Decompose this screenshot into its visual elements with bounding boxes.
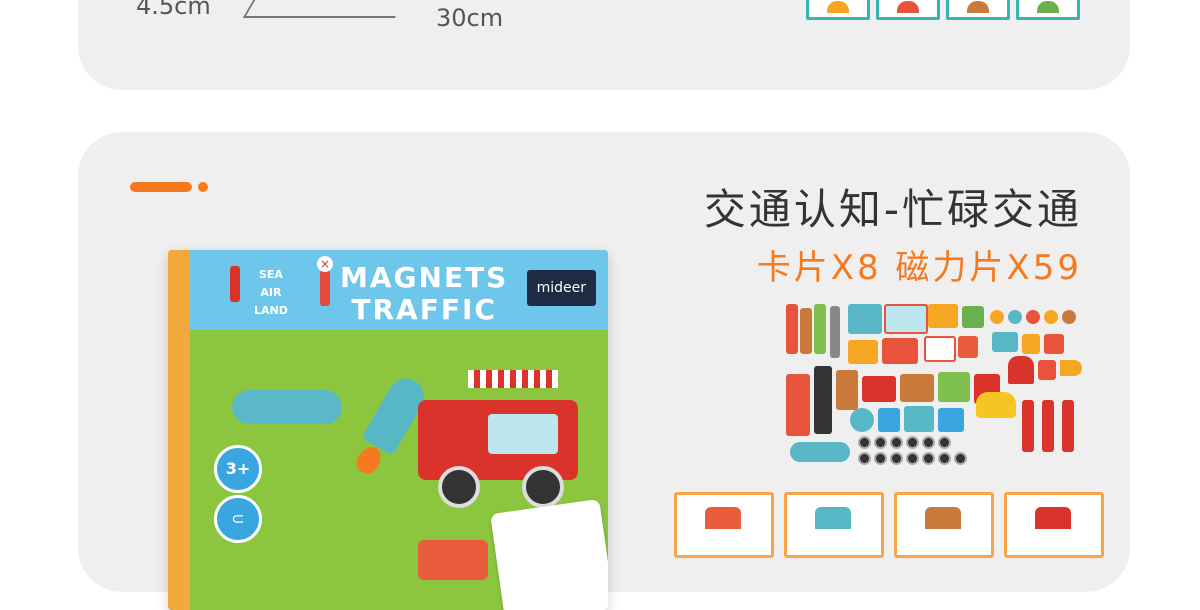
scene-thumbnail [876, 0, 940, 20]
piece [1062, 400, 1074, 452]
product-section-card: 交通认知-忙碌交通 卡片X8 磁力片X59 SEA AIR LAND MAGNE… [78, 132, 1130, 610]
piece [1022, 400, 1034, 452]
piece [938, 408, 964, 432]
card-thumbnail-row [674, 492, 1104, 558]
box-title: MAGNETS TRAFFIC [340, 262, 508, 326]
previous-section-card: 4.5cm 30cm [78, 0, 1130, 90]
piece [906, 436, 919, 449]
piece [874, 452, 887, 465]
piece [962, 306, 984, 328]
box-title-line1: MAGNETS [340, 261, 509, 294]
piece [1022, 334, 1040, 354]
land-label: LAND [254, 304, 288, 317]
scene-thumbnail-row [806, 0, 1080, 20]
ladder-illustration [468, 370, 558, 388]
piece [1044, 334, 1064, 354]
piece [848, 340, 878, 364]
piece [882, 338, 918, 364]
piece [924, 336, 956, 362]
piece [814, 304, 826, 354]
card-thumbnail [894, 492, 994, 558]
box-title-line2: TRAFFIC [351, 293, 497, 326]
piece [938, 372, 970, 402]
airplane-illustration [232, 390, 342, 424]
piece [906, 452, 919, 465]
piece [1060, 360, 1082, 376]
piece [954, 452, 967, 465]
scene-thumbnail [1016, 0, 1080, 20]
piece [904, 406, 934, 432]
piece [858, 452, 871, 465]
piece [890, 436, 903, 449]
card-thumbnail [1004, 492, 1104, 558]
section-title: 交通认知-忙碌交通 [703, 185, 1082, 234]
product-box-image: SEA AIR LAND MAGNETS TRAFFIC mideer 3+ ⊂ [168, 250, 608, 610]
piece [814, 366, 832, 434]
piece [1044, 310, 1058, 324]
piece [990, 310, 1004, 324]
height-dimension-label: 4.5cm [136, 0, 211, 20]
piece [858, 436, 871, 449]
piece [958, 336, 978, 358]
piece [1042, 400, 1054, 452]
piece [938, 436, 951, 449]
scene-thumbnail [806, 0, 870, 20]
magnet-icon: ⊂ [214, 495, 262, 543]
traffic-light-icon [230, 266, 240, 302]
piece [938, 452, 951, 465]
piece [848, 304, 882, 334]
piece [976, 392, 1016, 418]
wheel-icon [438, 466, 480, 508]
card-stack-illustration [490, 498, 608, 610]
piece [900, 374, 934, 402]
firetruck-illustration [418, 400, 578, 480]
sea-air-land-text: SEA AIR LAND [254, 266, 288, 320]
accent-bar [130, 182, 192, 192]
no-entry-sign-icon [317, 256, 333, 306]
piece [1008, 356, 1034, 384]
boat-illustration [418, 540, 488, 580]
piece [836, 370, 858, 410]
piece [862, 376, 896, 402]
piece [800, 308, 812, 354]
age-badge: 3+ [214, 445, 262, 493]
piece [922, 436, 935, 449]
piece [1038, 360, 1056, 380]
box-outline-drawing [242, 0, 406, 18]
piece [884, 304, 928, 334]
brand-logo: mideer [526, 270, 596, 306]
piece [1008, 310, 1022, 324]
piece [922, 452, 935, 465]
piece [874, 436, 887, 449]
piece [786, 374, 810, 436]
sea-label: SEA [258, 268, 283, 281]
piece [850, 408, 874, 432]
piece [928, 304, 958, 328]
section-subtitle: 卡片X8 磁力片X59 [756, 248, 1082, 288]
piece [1062, 310, 1076, 324]
card-thumbnail [784, 492, 884, 558]
box-header: SEA AIR LAND MAGNETS TRAFFIC mideer [190, 250, 608, 330]
piece [786, 304, 798, 354]
magnet-pieces-image [786, 304, 1086, 469]
accent-dot [198, 182, 208, 192]
piece [830, 306, 840, 358]
piece [1026, 310, 1040, 324]
piece [992, 332, 1018, 352]
piece [890, 452, 903, 465]
card-thumbnail [674, 492, 774, 558]
box-spine [168, 250, 190, 610]
air-label: AIR [260, 286, 282, 299]
scene-thumbnail [946, 0, 1010, 20]
piece [790, 442, 850, 462]
piece [878, 408, 900, 432]
wheel-icon [522, 466, 564, 508]
width-dimension-label: 30cm [436, 4, 504, 32]
